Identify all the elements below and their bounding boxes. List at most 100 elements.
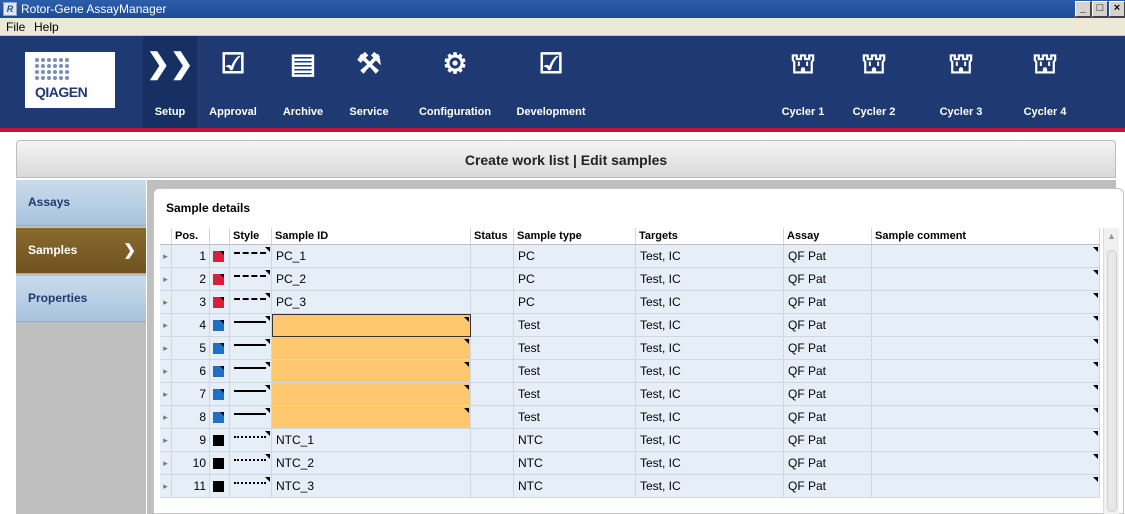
- table-row[interactable]: ▸ 8 Test Test, IC QF Pat: [160, 406, 1100, 429]
- cell-style[interactable]: [230, 475, 272, 498]
- cell-style[interactable]: [230, 245, 272, 268]
- row-expander[interactable]: ▸: [160, 245, 172, 268]
- cell-assay[interactable]: QF Pat: [784, 475, 872, 498]
- cell-sample-comment[interactable]: [872, 245, 1100, 268]
- cell-targets[interactable]: Test, IC: [636, 452, 784, 475]
- cell-color[interactable]: [210, 291, 230, 314]
- row-expander[interactable]: ▸: [160, 452, 172, 475]
- cell-sample-type[interactable]: Test: [514, 406, 636, 429]
- table-header-color[interactable]: [210, 228, 230, 245]
- cell-assay[interactable]: QF Pat: [784, 337, 872, 360]
- table-header-sample-id[interactable]: Sample ID: [272, 228, 471, 245]
- cell-color[interactable]: [210, 429, 230, 452]
- toolbar-archive-button[interactable]: ▤ Archive: [278, 36, 328, 128]
- toolbar-configuration-button[interactable]: ⚙ Configuration: [412, 36, 498, 128]
- row-expander[interactable]: ▸: [160, 429, 172, 452]
- cell-pos[interactable]: 10: [172, 452, 210, 475]
- table-row[interactable]: ▸ 9 NTC_1 NTC Test, IC QF Pat: [160, 429, 1100, 452]
- cell-sample-id[interactable]: [272, 314, 471, 337]
- toolbar-setup-button[interactable]: ❯❯ Setup: [143, 36, 197, 128]
- cell-color[interactable]: [210, 406, 230, 429]
- row-expander[interactable]: ▸: [160, 337, 172, 360]
- row-expander[interactable]: ▸: [160, 291, 172, 314]
- cell-assay[interactable]: QF Pat: [784, 291, 872, 314]
- cell-sample-type[interactable]: Test: [514, 337, 636, 360]
- table-header-sample-type[interactable]: Sample type: [514, 228, 636, 245]
- table-header-status[interactable]: Status: [471, 228, 514, 245]
- cell-sample-type[interactable]: NTC: [514, 475, 636, 498]
- cell-sample-id[interactable]: [272, 383, 471, 406]
- nav-item-samples[interactable]: Samples ❯: [16, 228, 146, 274]
- table-row[interactable]: ▸ 3 PC_3 PC Test, IC QF Pat: [160, 291, 1100, 314]
- cell-pos[interactable]: 8: [172, 406, 210, 429]
- cell-sample-type[interactable]: Test: [514, 383, 636, 406]
- cell-pos[interactable]: 9: [172, 429, 210, 452]
- cell-sample-comment[interactable]: [872, 268, 1100, 291]
- cell-status[interactable]: [471, 475, 514, 498]
- scroll-thumb[interactable]: [1107, 250, 1117, 512]
- cell-style[interactable]: [230, 268, 272, 291]
- cell-status[interactable]: [471, 452, 514, 475]
- nav-item-properties[interactable]: Properties: [16, 276, 146, 322]
- cell-targets[interactable]: Test, IC: [636, 268, 784, 291]
- cell-assay[interactable]: QF Pat: [784, 245, 872, 268]
- cell-sample-comment[interactable]: [872, 291, 1100, 314]
- minimize-button[interactable]: _: [1075, 1, 1091, 17]
- cell-status[interactable]: [471, 245, 514, 268]
- row-expander[interactable]: ▸: [160, 360, 172, 383]
- cell-assay[interactable]: QF Pat: [784, 360, 872, 383]
- table-header-pos[interactable]: Pos.: [172, 228, 210, 245]
- menu-file[interactable]: File: [6, 20, 25, 34]
- cell-color[interactable]: [210, 268, 230, 291]
- cell-sample-id[interactable]: NTC_3: [272, 475, 471, 498]
- cell-sample-id[interactable]: [272, 360, 471, 383]
- cell-style[interactable]: [230, 291, 272, 314]
- table-row[interactable]: ▸ 4 Test Test, IC QF Pat: [160, 314, 1100, 337]
- table-row[interactable]: ▸ 5 Test Test, IC QF Pat: [160, 337, 1100, 360]
- cell-status[interactable]: [471, 360, 514, 383]
- toolbar-cycler-3-button[interactable]: ⛫ Cycler 3: [935, 36, 987, 128]
- cell-style[interactable]: [230, 383, 272, 406]
- row-expander[interactable]: ▸: [160, 314, 172, 337]
- maximize-button[interactable]: □: [1092, 1, 1108, 17]
- cell-sample-type[interactable]: PC: [514, 268, 636, 291]
- cell-pos[interactable]: 7: [172, 383, 210, 406]
- table-header-sample-comment[interactable]: Sample comment: [872, 228, 1100, 245]
- cell-pos[interactable]: 2: [172, 268, 210, 291]
- cell-color[interactable]: [210, 475, 230, 498]
- table-row[interactable]: ▸ 6 Test Test, IC QF Pat: [160, 360, 1100, 383]
- row-expander[interactable]: ▸: [160, 268, 172, 291]
- table-header-assay[interactable]: Assay: [784, 228, 872, 245]
- cell-targets[interactable]: Test, IC: [636, 383, 784, 406]
- cell-style[interactable]: [230, 429, 272, 452]
- cell-style[interactable]: [230, 337, 272, 360]
- cell-sample-type[interactable]: Test: [514, 360, 636, 383]
- row-expander[interactable]: ▸: [160, 475, 172, 498]
- table-scrollbar[interactable]: ▲: [1103, 228, 1119, 514]
- cell-assay[interactable]: QF Pat: [784, 268, 872, 291]
- cell-pos[interactable]: 11: [172, 475, 210, 498]
- cell-assay[interactable]: QF Pat: [784, 452, 872, 475]
- cell-sample-id[interactable]: PC_3: [272, 291, 471, 314]
- cell-status[interactable]: [471, 291, 514, 314]
- nav-item-assays[interactable]: Assays: [16, 180, 146, 226]
- cell-sample-id[interactable]: [272, 337, 471, 360]
- cell-style[interactable]: [230, 314, 272, 337]
- cell-sample-comment[interactable]: [872, 337, 1100, 360]
- cell-targets[interactable]: Test, IC: [636, 245, 784, 268]
- cell-sample-id[interactable]: NTC_2: [272, 452, 471, 475]
- cell-pos[interactable]: 1: [172, 245, 210, 268]
- cell-pos[interactable]: 4: [172, 314, 210, 337]
- cell-color[interactable]: [210, 245, 230, 268]
- cell-sample-id[interactable]: [272, 406, 471, 429]
- cell-targets[interactable]: Test, IC: [636, 291, 784, 314]
- cell-sample-comment[interactable]: [872, 452, 1100, 475]
- cell-status[interactable]: [471, 268, 514, 291]
- cell-assay[interactable]: QF Pat: [784, 383, 872, 406]
- toolbar-approval-button[interactable]: ☑ Approval: [203, 36, 263, 128]
- cell-sample-comment[interactable]: [872, 406, 1100, 429]
- close-button[interactable]: ×: [1109, 1, 1125, 17]
- cell-assay[interactable]: QF Pat: [784, 406, 872, 429]
- cell-sample-comment[interactable]: [872, 475, 1100, 498]
- scroll-up-arrow-icon[interactable]: ▲: [1104, 228, 1119, 245]
